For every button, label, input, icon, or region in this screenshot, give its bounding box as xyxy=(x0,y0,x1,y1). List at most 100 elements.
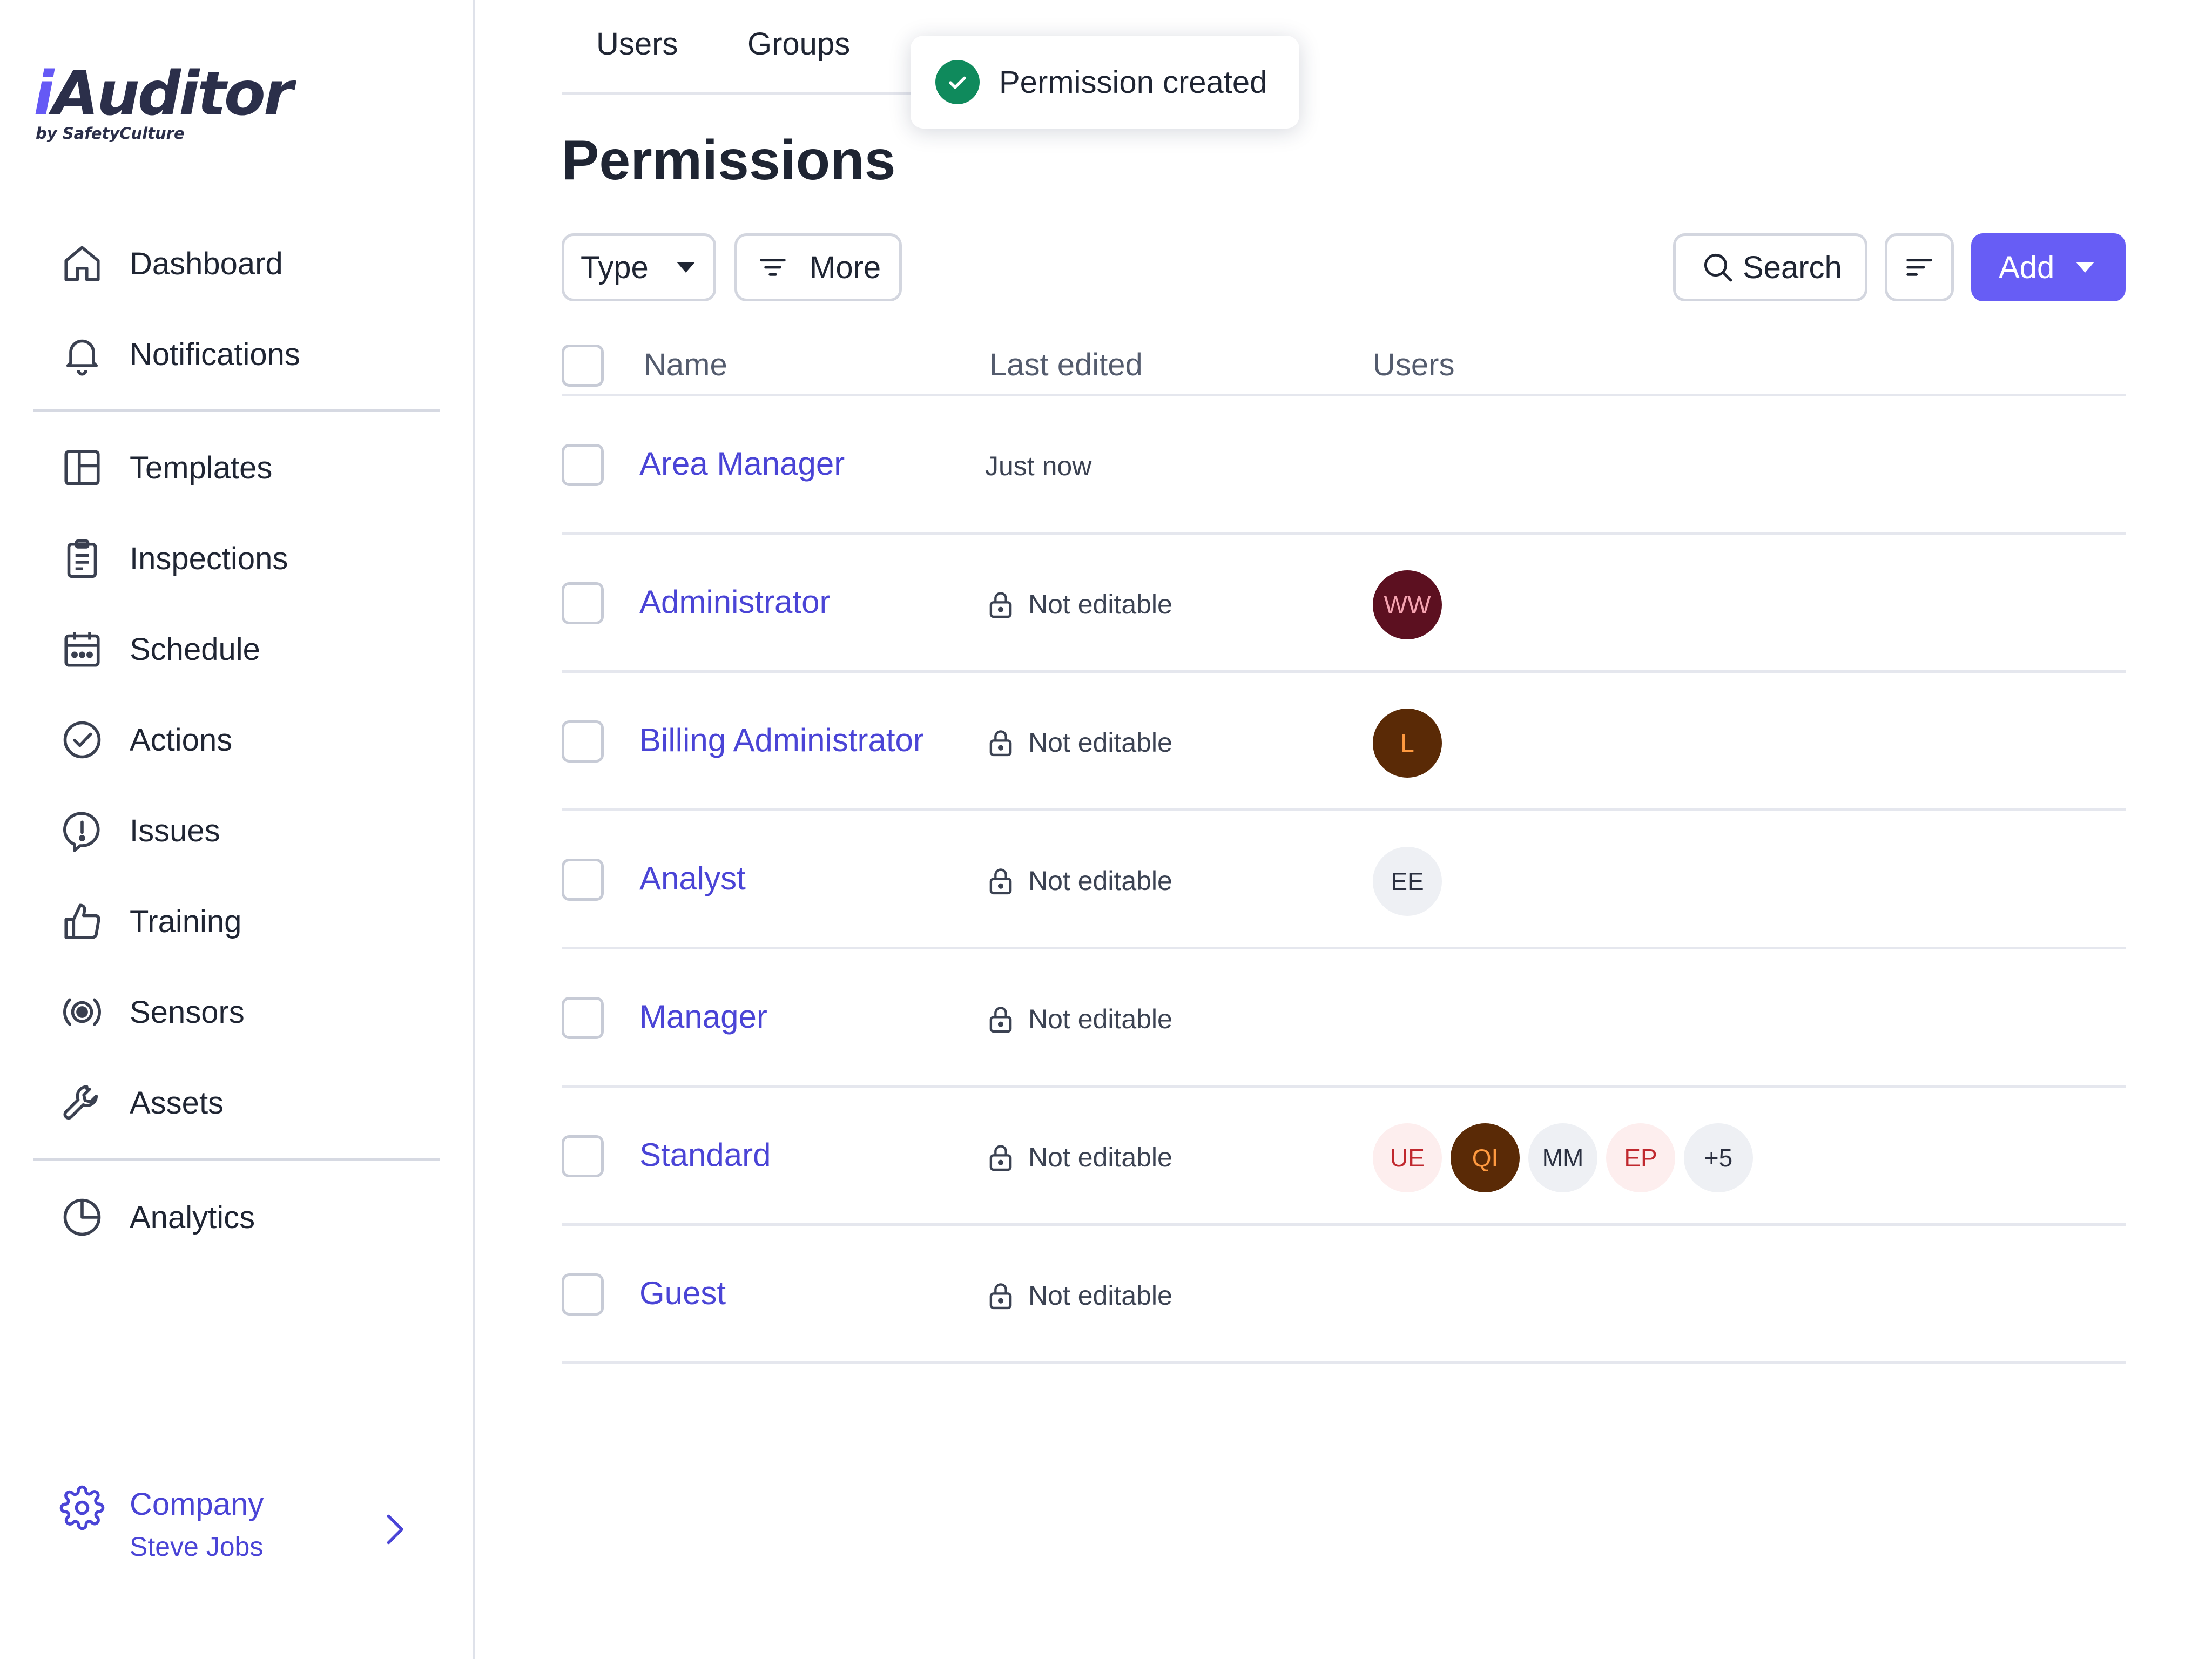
sidebar-item-sensors[interactable]: Sensors xyxy=(59,985,245,1039)
sidebar-item-label: Templates xyxy=(130,450,273,485)
last-edited-text: Not editable xyxy=(1028,1142,1172,1172)
tab-users[interactable]: Users xyxy=(596,26,678,62)
table-header: Name Last edited Users xyxy=(562,324,2126,396)
sidebar-item-dashboard[interactable]: Dashboard xyxy=(59,237,283,291)
type-filter-label: Type xyxy=(581,249,649,285)
table-row[interactable]: Guest Not editable xyxy=(562,1226,2126,1364)
permission-name-link[interactable]: Manager xyxy=(639,998,767,1035)
table-row[interactable]: Area Manager Just now xyxy=(562,396,2126,535)
column-header-last-edited[interactable]: Last edited xyxy=(989,347,1143,383)
add-button[interactable]: Add xyxy=(1971,233,2126,301)
chevron-right-icon[interactable] xyxy=(378,1507,410,1552)
sidebar-item-label: Training xyxy=(130,903,242,939)
calendar-icon xyxy=(59,626,105,672)
last-edited-cell: Just now xyxy=(985,450,1091,482)
thumbs-up-icon xyxy=(59,899,105,944)
logo-wordmark: iAuditor xyxy=(33,59,293,129)
sort-button[interactable] xyxy=(1885,233,1954,301)
lock-icon xyxy=(985,1003,1028,1035)
lock-icon xyxy=(985,1280,1028,1311)
sidebar-item-assets[interactable]: Assets xyxy=(59,1076,224,1130)
last-edited-cell: Not editable xyxy=(985,865,1172,896)
permission-name-link[interactable]: Analyst xyxy=(639,860,746,897)
row-checkbox[interactable] xyxy=(562,720,604,763)
avatar[interactable]: WW xyxy=(1373,570,1442,639)
gear-icon xyxy=(59,1485,105,1533)
sidebar-item-training[interactable]: Training xyxy=(59,894,241,948)
last-edited-cell: Not editable xyxy=(985,589,1172,620)
column-header-users: Users xyxy=(1373,347,1455,382)
user-avatars: UE QI MM EP +5 xyxy=(1373,1123,1762,1192)
last-edited-text: Not editable xyxy=(1028,727,1172,758)
sidebar-item-label: Issues xyxy=(130,813,220,848)
permission-name-link[interactable]: Area Manager xyxy=(639,445,845,482)
page-title: Permissions xyxy=(562,129,896,192)
permission-name-link[interactable]: Standard xyxy=(639,1136,771,1174)
row-checkbox[interactable] xyxy=(562,1273,604,1316)
table-row[interactable]: Billing Administrator Not editable L xyxy=(562,673,2126,811)
last-edited-text: Not editable xyxy=(1028,1280,1172,1311)
company-text: Company Steve Jobs xyxy=(130,1485,264,1562)
add-label: Add xyxy=(1999,249,2055,285)
sensor-icon xyxy=(59,989,105,1035)
last-edited-text: Not editable xyxy=(1028,866,1172,896)
row-checkbox[interactable] xyxy=(562,1135,604,1177)
lock-icon xyxy=(985,727,1028,758)
table-row[interactable]: Manager Not editable xyxy=(562,949,2126,1088)
last-edited-cell: Not editable xyxy=(985,1142,1172,1173)
permissions-table: Name Last edited Users Area Manager Just … xyxy=(562,324,2126,1364)
sidebar-item-analytics[interactable]: Analytics xyxy=(59,1190,255,1244)
bell-icon xyxy=(59,332,105,377)
wrench-icon xyxy=(59,1080,105,1125)
table-row[interactable]: Analyst Not editable EE xyxy=(562,811,2126,949)
permission-name-link[interactable]: Billing Administrator xyxy=(639,721,924,759)
tab-groups[interactable]: Groups xyxy=(747,26,850,62)
last-edited-text: Just now xyxy=(985,451,1092,481)
permission-name-link[interactable]: Guest xyxy=(639,1274,726,1312)
select-all-checkbox[interactable] xyxy=(562,345,604,387)
check-icon xyxy=(935,60,980,104)
avatar[interactable]: UE xyxy=(1373,1123,1442,1192)
sidebar-divider xyxy=(33,409,440,412)
more-users-badge[interactable]: +5 xyxy=(1684,1123,1753,1192)
permission-name-link[interactable]: Administrator xyxy=(639,583,830,621)
sidebar-item-templates[interactable]: Templates xyxy=(59,441,272,495)
toast-notification: Permission created xyxy=(911,36,1299,129)
lock-icon xyxy=(985,865,1028,896)
last-edited-cell: Not editable xyxy=(985,727,1172,758)
sidebar-item-label: Sensors xyxy=(130,994,245,1030)
row-checkbox[interactable] xyxy=(562,859,604,901)
more-filters-button[interactable]: More xyxy=(734,233,902,301)
column-header-name[interactable]: Name xyxy=(644,347,727,383)
last-edited-text: Not editable xyxy=(1028,1004,1172,1034)
row-checkbox[interactable] xyxy=(562,444,604,486)
user-avatars: WW xyxy=(1373,570,1451,639)
table-row[interactable]: Administrator Not editable WW xyxy=(562,535,2126,673)
last-edited-text: Not editable xyxy=(1028,589,1172,619)
pie-chart-icon xyxy=(59,1195,105,1240)
sidebar-item-actions[interactable]: Actions xyxy=(59,713,232,767)
sidebar-item-label: Inspections xyxy=(130,541,288,576)
avatar[interactable]: EP xyxy=(1606,1123,1675,1192)
table-row[interactable]: Standard Not editable UE QI MM EP +5 xyxy=(562,1088,2126,1226)
avatar[interactable]: L xyxy=(1373,709,1442,778)
type-filter-button[interactable]: Type xyxy=(562,233,716,301)
user-avatars: EE xyxy=(1373,847,1451,916)
avatar[interactable]: EE xyxy=(1373,847,1442,916)
row-checkbox[interactable] xyxy=(562,582,604,624)
avatar[interactable]: QI xyxy=(1451,1123,1520,1192)
row-checkbox[interactable] xyxy=(562,997,604,1039)
company-switcher[interactable]: Company Steve Jobs xyxy=(59,1485,264,1562)
filter-icon xyxy=(760,259,786,276)
sidebar-item-schedule[interactable]: Schedule xyxy=(59,622,260,676)
search-button[interactable]: Search xyxy=(1673,233,1867,301)
sidebar-item-issues[interactable]: Issues xyxy=(59,804,220,858)
lock-icon xyxy=(985,1142,1028,1173)
sidebar-divider xyxy=(33,1158,440,1161)
avatar[interactable]: MM xyxy=(1528,1123,1597,1192)
sidebar: iAuditor by SafetyCulture Dashboard Noti… xyxy=(0,0,475,1659)
sidebar-item-inspections[interactable]: Inspections xyxy=(59,531,288,585)
iauditor-logo[interactable]: iAuditor by SafetyCulture xyxy=(33,59,293,143)
lock-icon xyxy=(985,589,1028,620)
sidebar-item-notifications[interactable]: Notifications xyxy=(59,327,300,381)
